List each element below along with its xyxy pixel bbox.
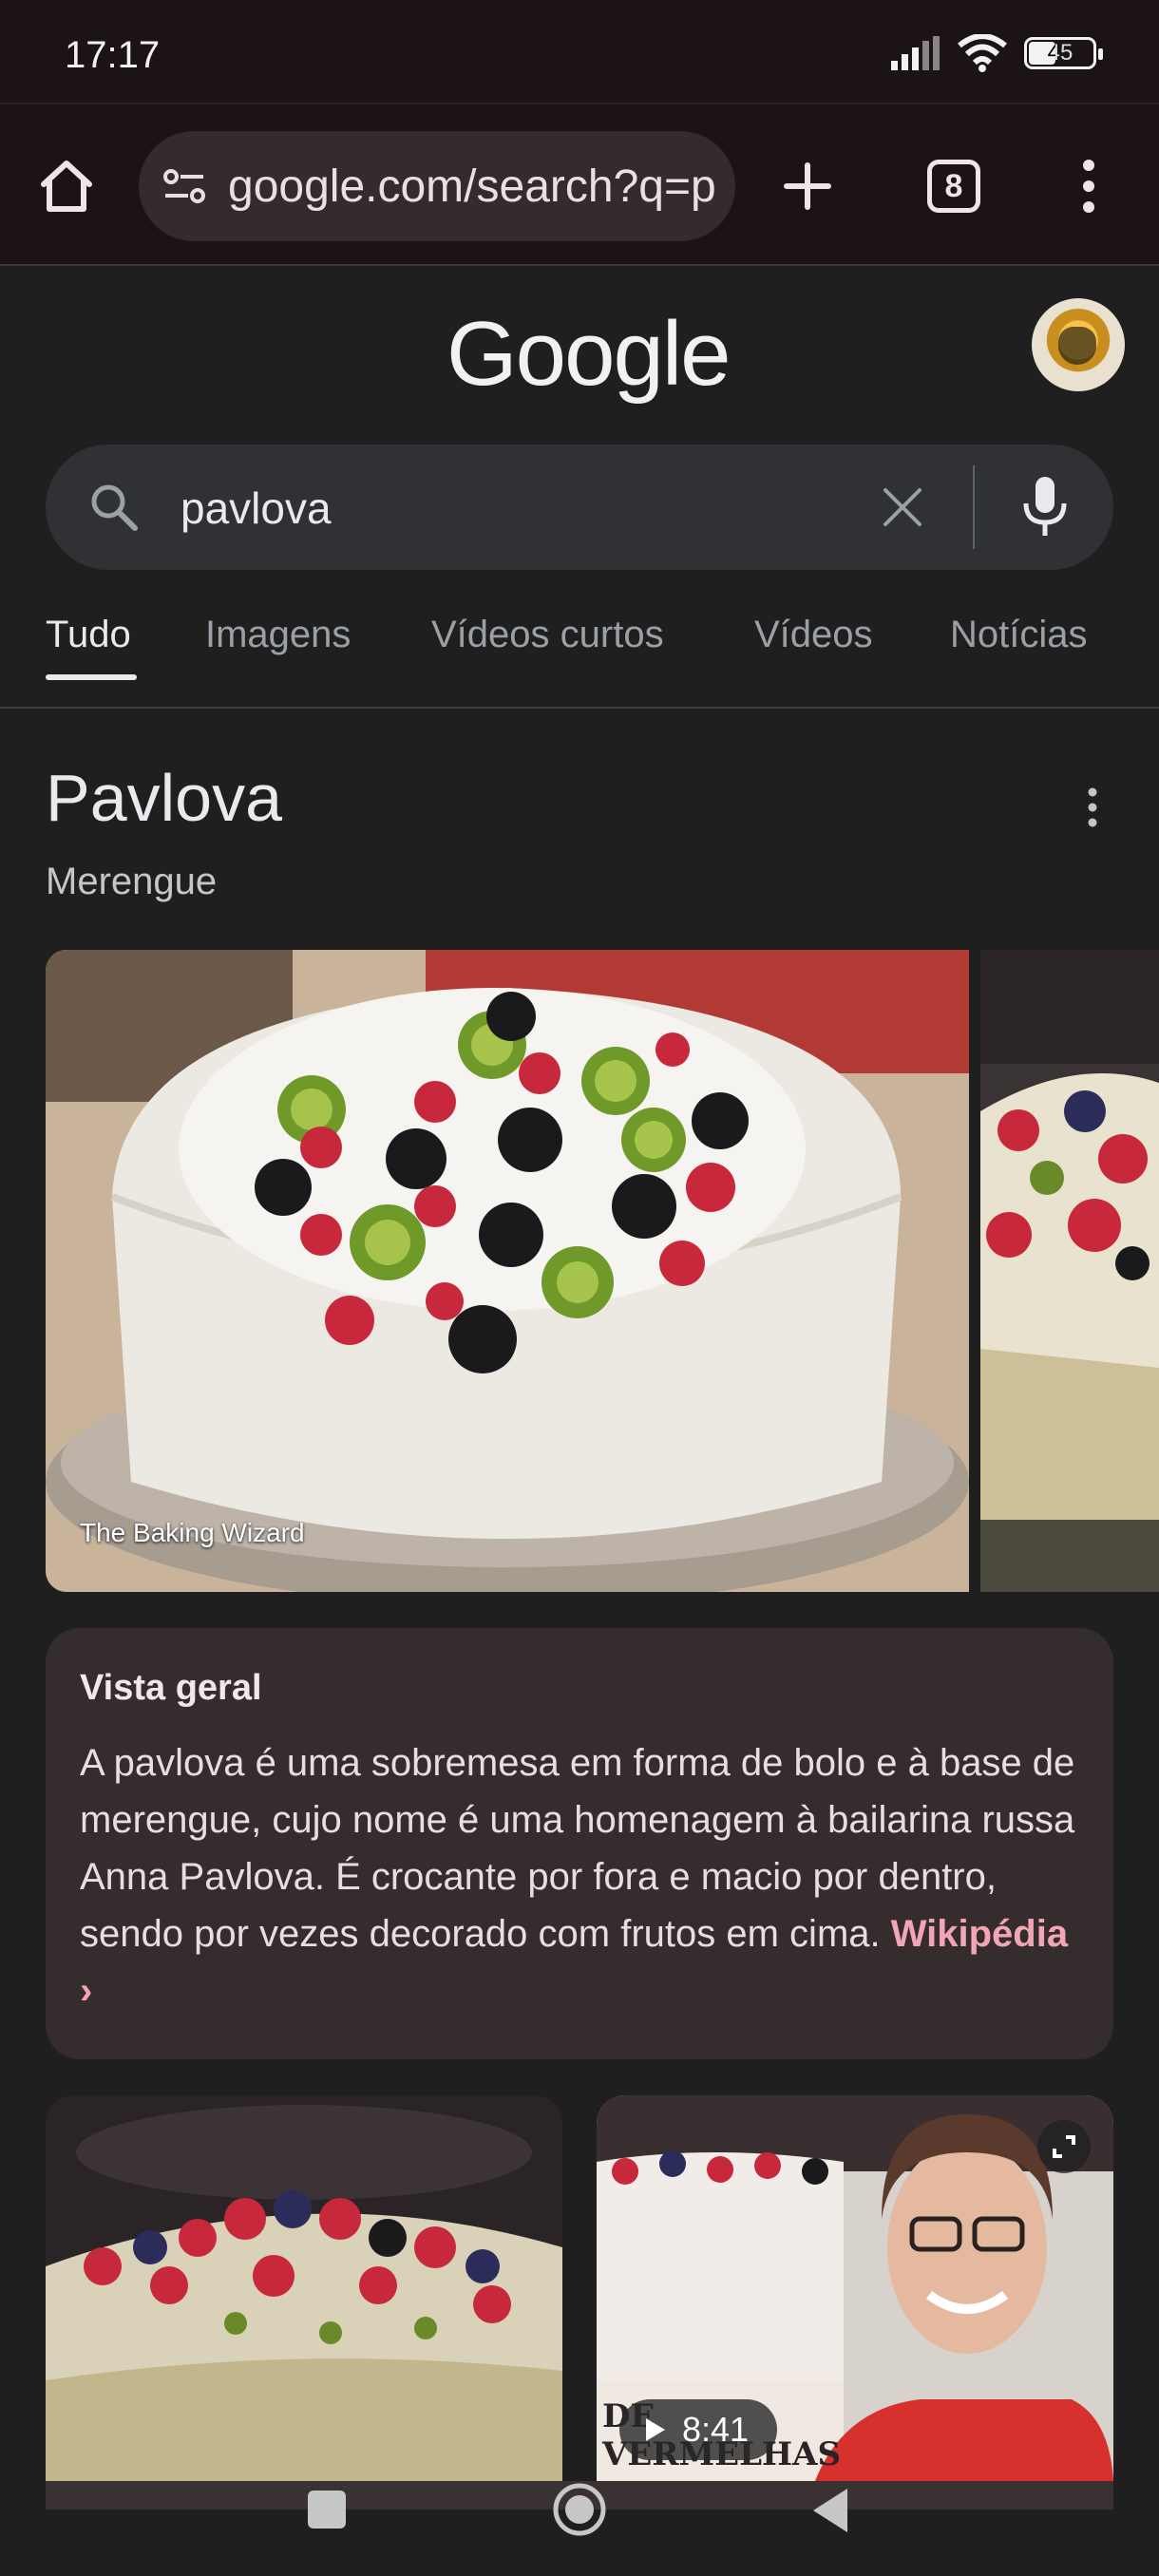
pavlova-photo-2 [980,950,1159,1592]
search-box[interactable]: pavlova [46,445,1113,570]
mic-icon[interactable] [1018,475,1072,540]
signal-icon [891,36,940,70]
kp-subtitle: Merengue [46,861,218,902]
pavlova-berries-photo [46,2095,562,2481]
tab-noticias[interactable]: Notícias [950,614,1088,656]
site-settings-icon[interactable] [162,163,207,209]
menu-icon[interactable] [1070,156,1108,217]
browser-toolbar: google.com/search?q=p 8 [0,103,1159,266]
google-logo[interactable]: Google [446,302,732,407]
video-duration: 8:41 [682,2410,750,2449]
search-tabs: Tudo Imagens Vídeos curtos Vídeos Notíci… [0,608,1159,709]
pavlova-photo [46,950,969,1592]
overview-card: Vista geral A pavlova é uma sobremesa em… [46,1628,1113,2059]
search-input[interactable]: pavlova [180,483,332,534]
play-icon [646,2418,665,2441]
status-time: 17:17 [65,34,161,76]
tab-videos-curtos[interactable]: Vídeos curtos [431,614,664,656]
overview-text: A pavlova é uma sobremesa em forma de bo… [80,1734,1087,2019]
image-credit: The Baking Wizard [80,1518,305,1547]
active-tab-indicator [46,674,137,680]
video-duration-badge: 8:41 [619,2399,777,2460]
avatar[interactable] [1032,298,1125,391]
wifi-icon [958,34,1007,72]
status-bar: 17:17 45 [0,0,1159,103]
pavlova-image[interactable]: The Baking Wizard [46,950,969,1592]
expand-icon[interactable] [1037,2120,1091,2173]
more-options-icon[interactable] [1079,785,1106,830]
address-bar[interactable]: google.com/search?q=p [139,131,735,241]
pavlova-image-2[interactable] [980,950,1159,1592]
search-icon [91,484,138,531]
nav-back-icon[interactable] [809,2487,851,2534]
tab-imagens[interactable]: Imagens [205,614,351,656]
battery-level: 45 [1047,40,1074,66]
media-thumbnail-1[interactable] [46,2095,562,2481]
status-icons: 45 [891,34,1103,72]
search-divider [973,465,975,549]
new-tab-icon[interactable] [777,156,838,217]
battery-icon: 45 [1024,37,1103,69]
tab-videos[interactable]: Vídeos [754,614,873,656]
nav-recents-icon[interactable] [306,2489,348,2530]
tab-switcher-icon[interactable]: 8 [927,160,980,213]
clear-icon[interactable] [878,483,927,532]
kp-title: Pavlova [46,761,283,835]
overview-heading: Vista geral [80,1668,262,1708]
nav-home-icon[interactable] [551,2481,608,2538]
url-text[interactable]: google.com/search?q=p [228,161,716,213]
home-icon[interactable] [36,156,97,217]
video-thumbnail[interactable]: DE VERMELHAS 8:41 [597,2095,1113,2481]
tab-tudo[interactable]: Tudo [46,614,131,656]
